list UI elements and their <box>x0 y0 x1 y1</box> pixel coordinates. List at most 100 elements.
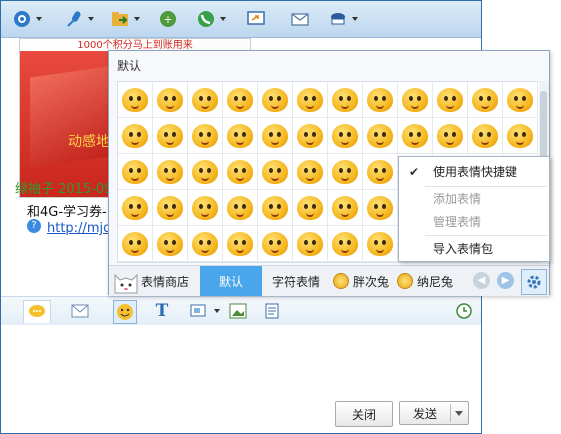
emoji-cell[interactable] <box>188 154 223 190</box>
emoji-cell[interactable] <box>188 82 223 118</box>
emoji-button[interactable] <box>113 300 137 324</box>
emoji-cell[interactable] <box>328 190 363 226</box>
emoji-cell[interactable] <box>223 118 258 154</box>
coin-icon <box>333 273 349 289</box>
emoji-cell[interactable] <box>468 118 503 154</box>
emoji-cell[interactable] <box>153 118 188 154</box>
emoji-cell[interactable] <box>223 154 258 190</box>
emoji-face-icon <box>122 195 148 220</box>
emoji-cell[interactable] <box>223 226 258 262</box>
emoji-cell[interactable] <box>293 190 328 226</box>
file-transfer-button[interactable] <box>109 6 140 32</box>
message-link[interactable]: http://mjo <box>47 221 111 236</box>
tab-pack-2-label: 纳尼兔 <box>417 274 454 289</box>
emoji-cell[interactable] <box>363 82 398 118</box>
emoji-cell[interactable] <box>188 226 223 262</box>
emoji-face-icon <box>227 159 253 184</box>
emoji-cell[interactable] <box>118 226 153 262</box>
emoji-cell[interactable] <box>153 154 188 190</box>
app-button[interactable] <box>327 6 358 32</box>
emoji-cell[interactable] <box>363 118 398 154</box>
message-input[interactable] <box>1 325 481 395</box>
emoji-cell[interactable] <box>258 226 293 262</box>
emoji-cell[interactable] <box>293 154 328 190</box>
emoji-cell[interactable] <box>433 82 468 118</box>
emoji-cell[interactable] <box>258 190 293 226</box>
emoji-cell[interactable] <box>118 82 153 118</box>
more-button[interactable] <box>261 300 283 322</box>
emoji-cell[interactable] <box>258 154 293 190</box>
emoji-cell[interactable] <box>398 118 433 154</box>
emoji-cell[interactable] <box>363 226 398 262</box>
emoji-scroll-thumb[interactable] <box>540 91 547 161</box>
chat-mode-button[interactable] <box>23 300 51 323</box>
emoji-category-title: 默认 <box>117 59 142 73</box>
emoji-settings-button[interactable] <box>521 269 547 295</box>
mail-button[interactable] <box>289 6 311 32</box>
emoji-face-icon <box>297 195 323 220</box>
mail-mode-button[interactable] <box>69 300 91 322</box>
screenshot-button[interactable] <box>187 300 209 322</box>
scissors-screen-icon <box>190 304 206 317</box>
emoji-cell[interactable] <box>258 118 293 154</box>
emoji-cell[interactable] <box>363 154 398 190</box>
emoji-face-icon <box>437 123 463 148</box>
menu-item-use-shortcut[interactable]: ✔ 使用表情快捷键 <box>399 161 549 183</box>
tab-default[interactable]: 默认 <box>200 266 262 296</box>
clock-icon <box>456 303 472 319</box>
emoji-cell[interactable] <box>153 82 188 118</box>
share-screen-button[interactable] <box>245 6 267 32</box>
emoji-cell[interactable] <box>328 154 363 190</box>
menu-item-manage: 管理表情 <box>433 215 482 229</box>
emoji-face-icon <box>332 87 358 112</box>
emoji-cell[interactable] <box>293 118 328 154</box>
send-button[interactable]: 发送 <box>399 401 469 425</box>
message-text: 和4G-学习券- <box>27 205 107 220</box>
phone-button[interactable] <box>195 6 226 32</box>
menu-item-import[interactable]: 导入表情包 <box>399 238 549 260</box>
group-chat-button[interactable]: + <box>157 6 179 32</box>
emoji-cell[interactable] <box>188 190 223 226</box>
emoji-face-icon <box>157 159 183 184</box>
emoji-face-icon <box>437 87 463 112</box>
emoji-cell[interactable] <box>118 190 153 226</box>
emoji-face-icon <box>192 87 218 112</box>
cat-mascot-icon <box>114 273 138 294</box>
video-call-button[interactable] <box>11 6 42 32</box>
emoji-cell[interactable] <box>118 118 153 154</box>
emoji-cell[interactable] <box>468 82 503 118</box>
emoji-cell[interactable] <box>153 226 188 262</box>
emoji-cell[interactable] <box>328 118 363 154</box>
emoji-cell[interactable] <box>188 118 223 154</box>
emoji-cell[interactable] <box>223 190 258 226</box>
emoji-cell[interactable] <box>258 82 293 118</box>
emoji-cell[interactable] <box>328 226 363 262</box>
microphone-icon <box>63 8 85 30</box>
close-button[interactable]: 关闭 <box>335 401 393 427</box>
emoji-face-icon <box>402 123 428 148</box>
send-options-caret-icon[interactable] <box>455 411 463 416</box>
tab-pack-1[interactable]: 胖次兔 <box>333 266 389 296</box>
voice-call-button[interactable] <box>63 6 94 32</box>
emoji-cell[interactable] <box>363 190 398 226</box>
history-button[interactable] <box>453 300 475 322</box>
emoji-face-icon <box>367 87 393 112</box>
emoji-cell[interactable] <box>503 118 538 154</box>
emoji-cell[interactable] <box>293 226 328 262</box>
tab-emoji-store[interactable]: 表情商店 <box>111 266 199 296</box>
emoji-cell[interactable] <box>153 190 188 226</box>
emoji-cell[interactable] <box>398 82 433 118</box>
emoji-face-icon <box>262 87 288 112</box>
next-arrow-icon[interactable]: ▶ <box>497 272 514 289</box>
font-button[interactable]: T <box>151 300 173 322</box>
emoji-cell[interactable] <box>223 82 258 118</box>
tab-pack-2[interactable]: 纳尼兔 <box>397 266 453 296</box>
tab-text-emoji[interactable]: 字符表情 <box>272 266 320 296</box>
emoji-cell[interactable] <box>503 82 538 118</box>
emoji-cell[interactable] <box>433 118 468 154</box>
emoji-cell[interactable] <box>118 154 153 190</box>
image-button[interactable] <box>227 300 249 322</box>
prev-arrow-icon[interactable]: ◀ <box>473 272 490 289</box>
emoji-cell[interactable] <box>293 82 328 118</box>
emoji-cell[interactable] <box>328 82 363 118</box>
